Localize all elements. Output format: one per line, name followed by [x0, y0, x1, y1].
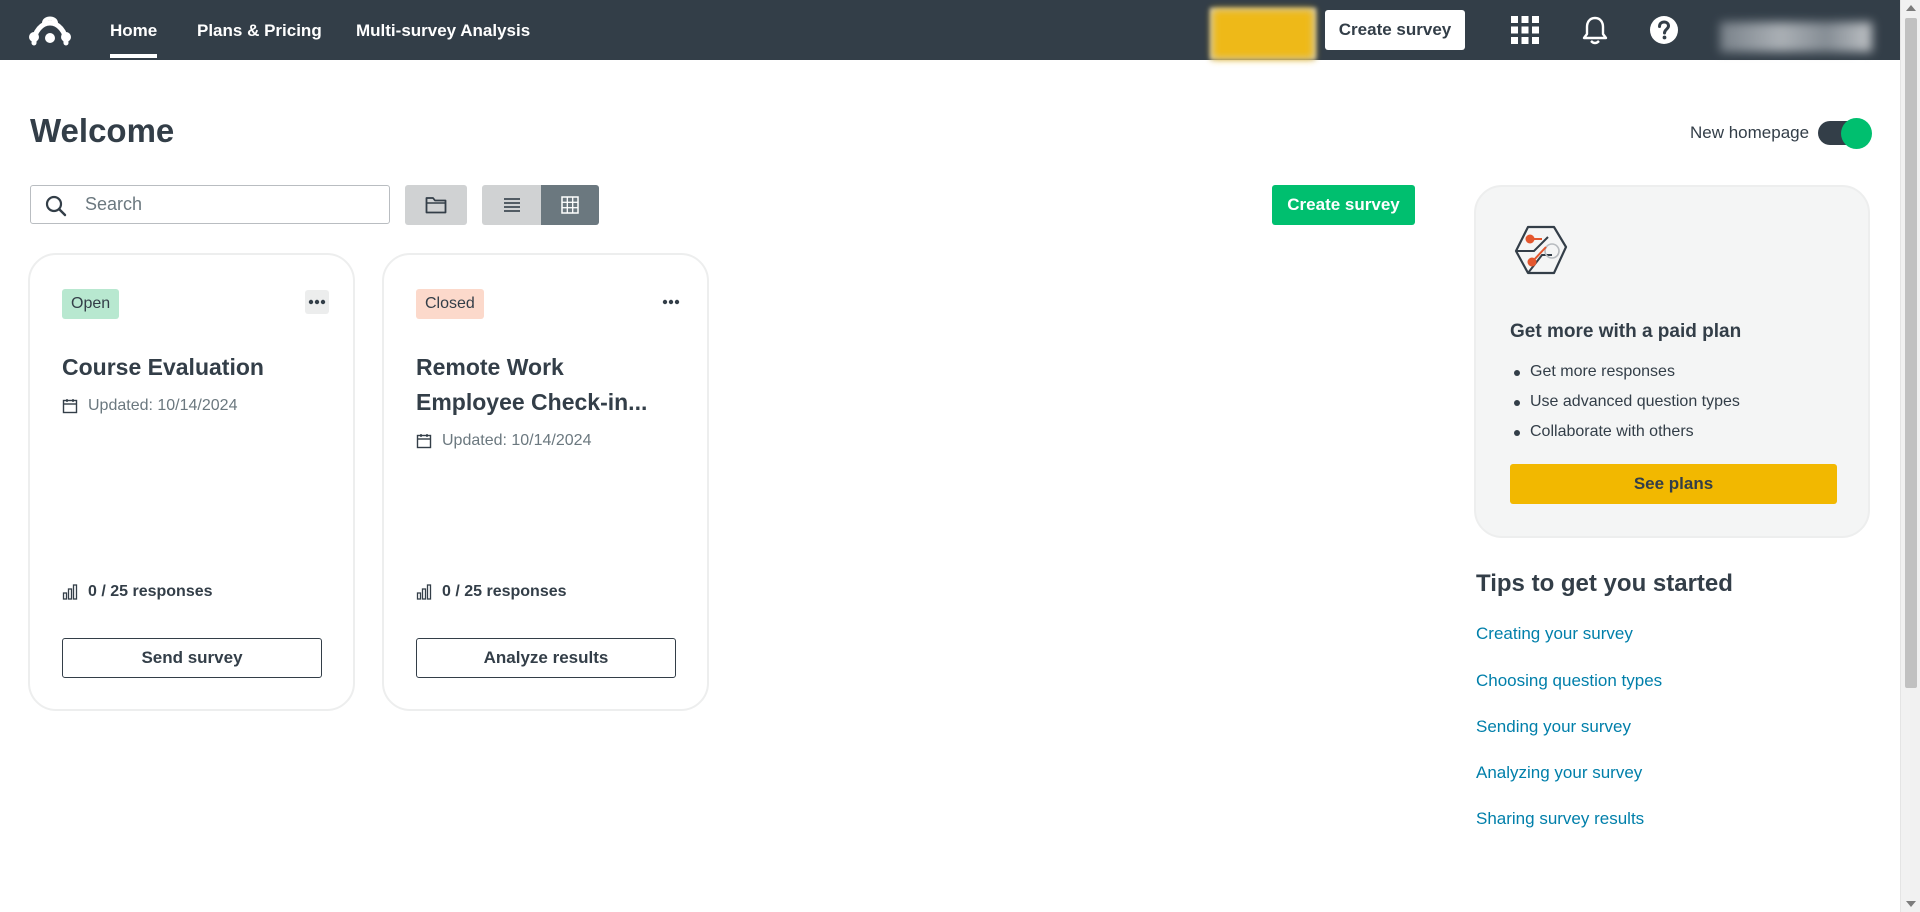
tip-link-analyzing[interactable]: Analyzing your survey	[1476, 763, 1642, 783]
tip-link-sending[interactable]: Sending your survey	[1476, 717, 1631, 737]
more-options-button[interactable]	[305, 290, 329, 314]
calendar-icon	[62, 399, 78, 414]
search-icon	[45, 195, 67, 222]
search-input[interactable]	[85, 186, 375, 223]
updated-date: Updated: 10/14/2024	[416, 432, 591, 450]
list-item: Use advanced question types	[1510, 387, 1740, 417]
responses-text: 0 / 25 responses	[88, 583, 213, 600]
create-survey-button[interactable]: Create survey	[1272, 185, 1415, 225]
tip-link-sharing[interactable]: Sharing survey results	[1476, 809, 1644, 829]
apps-grid-icon[interactable]	[1509, 14, 1541, 46]
tip-link-creating[interactable]: Creating your survey	[1476, 624, 1633, 644]
survey-card[interactable]: Closed Remote Work Employee Check-in... …	[382, 253, 709, 711]
responses-text: 0 / 25 responses	[442, 583, 567, 600]
tips-title: Tips to get you started	[1476, 570, 1733, 597]
page-scrollbar[interactable]	[1900, 0, 1920, 912]
see-plans-button[interactable]: See plans	[1510, 464, 1837, 504]
scroll-thumb[interactable]	[1905, 18, 1917, 688]
search-box	[30, 185, 390, 224]
updated-text: Updated: 10/14/2024	[442, 432, 592, 449]
survey-title[interactable]: Remote Work Employee Check-in...	[416, 350, 676, 420]
promo-benefits-list: Get more responses Use advanced question…	[1510, 357, 1740, 447]
account-menu-blurred[interactable]	[1720, 22, 1872, 52]
list-item: Get more responses	[1510, 357, 1740, 387]
nav-create-survey-button[interactable]: Create survey	[1325, 10, 1465, 50]
tip-link-question-types[interactable]: Choosing question types	[1476, 671, 1662, 691]
list-icon	[503, 198, 520, 212]
bell-icon[interactable]	[1579, 14, 1611, 46]
upgrade-illustration-icon	[1512, 225, 1568, 282]
status-badge: Closed	[416, 289, 484, 319]
updated-text: Updated: 10/14/2024	[88, 397, 238, 414]
grid-icon	[561, 196, 579, 214]
survey-card[interactable]: Open Course Evaluation Updated: 10/14/20…	[28, 253, 355, 711]
list-item: Collaborate with others	[1510, 417, 1740, 447]
scroll-down-arrow-icon[interactable]	[1906, 901, 1916, 907]
bar-chart-icon	[62, 584, 78, 600]
top-nav: Home Plans & Pricing Multi-survey Analys…	[0, 0, 1900, 60]
bar-chart-icon	[416, 584, 432, 600]
list-view-button[interactable]	[482, 185, 541, 225]
calendar-icon	[416, 434, 432, 449]
paid-plan-promo: Get more with a paid plan Get more respo…	[1474, 185, 1870, 538]
updated-date: Updated: 10/14/2024	[62, 397, 237, 415]
upgrade-button-highlight	[1212, 9, 1314, 59]
send-survey-button[interactable]: Send survey	[62, 638, 322, 678]
survey-title[interactable]: Course Evaluation	[62, 350, 322, 385]
folder-icon	[425, 197, 447, 214]
more-options-button[interactable]	[659, 290, 683, 314]
nav-plans-pricing[interactable]: Plans & Pricing	[197, 0, 322, 60]
more-icon	[662, 299, 680, 305]
more-icon	[308, 299, 326, 305]
response-count: 0 / 25 responses	[416, 583, 567, 601]
grid-view-button[interactable]	[541, 185, 599, 225]
nav-home[interactable]: Home	[110, 0, 158, 60]
nav-multi-survey-analysis[interactable]: Multi-survey Analysis	[356, 0, 530, 60]
response-count: 0 / 25 responses	[62, 583, 213, 601]
scroll-up-arrow-icon[interactable]	[1906, 5, 1916, 11]
new-homepage-label: New homepage	[1690, 123, 1810, 142]
toggle-knob[interactable]	[1841, 118, 1872, 149]
logo-icon[interactable]	[28, 13, 72, 47]
analyze-results-button[interactable]: Analyze results	[416, 638, 676, 678]
promo-title: Get more with a paid plan	[1510, 321, 1742, 342]
folder-button[interactable]	[405, 185, 467, 225]
status-badge: Open	[62, 289, 120, 319]
help-icon[interactable]	[1648, 14, 1680, 46]
page-title: Welcome	[30, 112, 175, 149]
